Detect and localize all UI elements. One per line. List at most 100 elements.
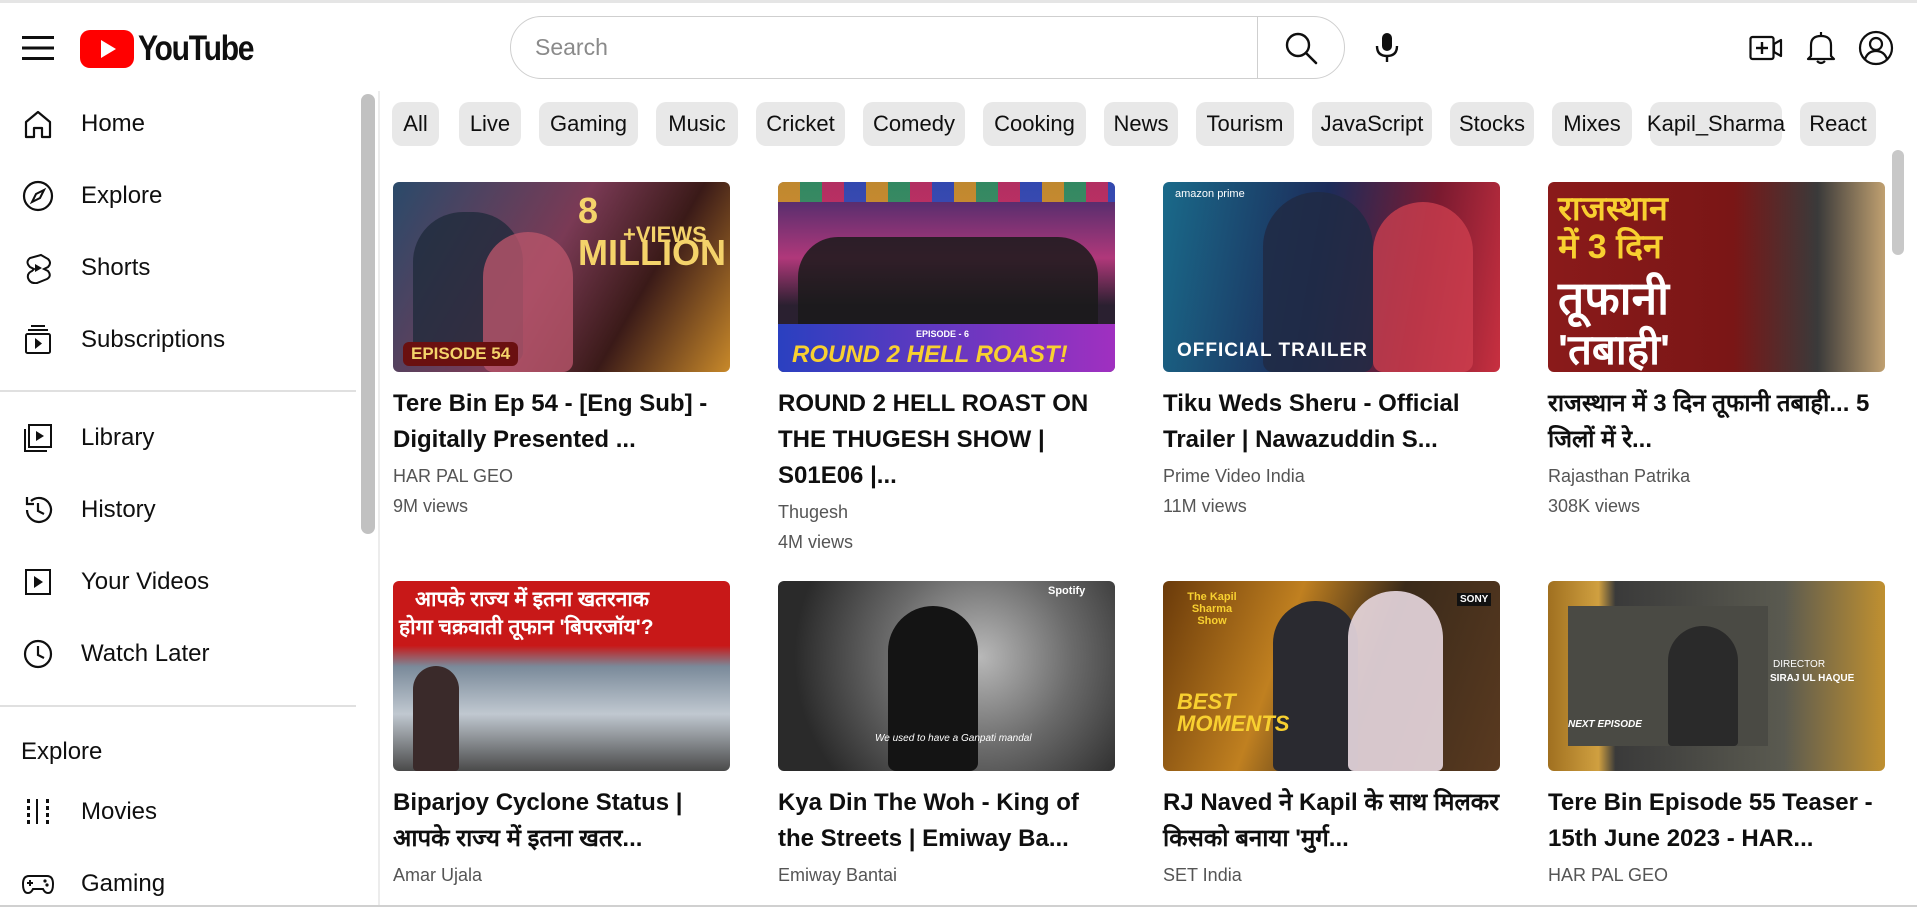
video-title[interactable]: Tiku Weds Sheru - Official Trailer | Naw… xyxy=(1163,386,1500,458)
video-thumbnail[interactable]: The Kapil Sharma Show BEST MOMENTS SONY xyxy=(1163,581,1500,771)
video-card[interactable]: amazon prime OFFICIAL TRAILER Tiku Weds … xyxy=(1163,182,1500,518)
channel-name[interactable]: SET India xyxy=(1163,863,1500,887)
voice-search-button[interactable] xyxy=(1362,23,1412,73)
sidebar-scrollbar-thumb[interactable] xyxy=(361,94,375,534)
compass-icon xyxy=(20,178,56,214)
view-count: 4M views xyxy=(778,532,854,552)
chip-comedy[interactable]: Comedy xyxy=(863,102,965,146)
channel-name[interactable]: HAR PAL GEO xyxy=(1548,863,1885,887)
sidebar-item-watch-later[interactable]: Watch Later xyxy=(0,621,356,687)
video-plus-icon xyxy=(1749,35,1783,61)
sidebar-item-label: Shorts xyxy=(81,254,151,281)
video-card[interactable]: EPISODE - 6 ROUND 2 HELL ROAST! ROUND 2 … xyxy=(778,182,1115,554)
sidebar-item-label: Movies xyxy=(81,798,158,825)
clock-icon xyxy=(20,636,56,672)
account-button[interactable] xyxy=(1853,25,1899,71)
sidebar-item-explore[interactable]: Explore xyxy=(0,163,356,229)
video-title[interactable]: Tere Bin Episode 55 Teaser - 15th June 2… xyxy=(1548,785,1885,857)
video-title[interactable]: Biparjoy Cyclone Status | आपके राज्य में… xyxy=(393,785,730,857)
thumbnail-figure xyxy=(1273,601,1358,771)
sidebar: Home Explore Shorts Subscriptions Librar… xyxy=(0,91,358,907)
chip-stocks[interactable]: Stocks xyxy=(1450,102,1534,146)
sidebar-divider xyxy=(0,390,356,392)
search-button[interactable] xyxy=(1257,16,1345,79)
search-icon xyxy=(1285,32,1318,64)
video-title[interactable]: Tere Bin Ep 54 - [Eng Sub] - Digitally P… xyxy=(393,386,730,458)
create-video-button[interactable] xyxy=(1743,25,1789,71)
video-card[interactable]: The Kapil Sharma Show BEST MOMENTS SONY … xyxy=(1163,581,1500,887)
thumbnail-overlay-text: तूफानी xyxy=(1558,272,1670,324)
chip-cricket[interactable]: Cricket xyxy=(756,102,845,146)
sidebar-item-gaming[interactable]: Gaming xyxy=(0,851,356,907)
hamburger-icon xyxy=(22,36,54,60)
bell-icon xyxy=(1806,32,1836,65)
video-card[interactable]: राजस्थान में 3 दिन तूफानी 'तबाही' राजस्थ… xyxy=(1548,182,1885,518)
video-card[interactable]: 8 MILLION +VIEWS EPISODE 54 Tere Bin Ep … xyxy=(393,182,730,518)
video-thumbnail[interactable]: आपके राज्य में इतना खतरनाक होगा चक्रवाती… xyxy=(393,581,730,771)
video-thumbnail[interactable]: amazon prime OFFICIAL TRAILER xyxy=(1163,182,1500,372)
chip-live[interactable]: Live xyxy=(459,102,521,146)
channel-name[interactable]: Rajasthan Patrika xyxy=(1548,464,1885,488)
sidebar-item-shorts[interactable]: Shorts xyxy=(0,235,356,301)
thumbnail-overlay-text: We used to have a Ganpati mandal xyxy=(875,733,1032,744)
channel-name[interactable]: Thugesh xyxy=(778,500,1115,524)
chip-gaming[interactable]: Gaming xyxy=(539,102,638,146)
sidebar-item-movies[interactable]: Movies xyxy=(0,779,356,845)
video-title[interactable]: राजस्थान में 3 दिन तूफानी तबाही... 5 जिल… xyxy=(1548,386,1885,458)
history-icon xyxy=(20,492,56,528)
thumbnail-overlay-text: ROUND 2 HELL ROAST! xyxy=(792,341,1068,368)
video-title[interactable]: ROUND 2 HELL ROAST ON THE THUGESH SHOW |… xyxy=(778,386,1115,494)
main-scrollbar-thumb[interactable] xyxy=(1892,150,1904,255)
account-avatar-icon xyxy=(1858,30,1894,66)
sidebar-item-label: Gaming xyxy=(81,870,166,897)
chip-music[interactable]: Music xyxy=(656,102,738,146)
channel-name[interactable]: Emiway Bantai xyxy=(778,863,1115,887)
sidebar-item-label: Home xyxy=(81,110,146,137)
filter-chip-bar: All Live Gaming Music Cricket Comedy Coo… xyxy=(392,102,1892,146)
sidebar-item-history[interactable]: History xyxy=(0,477,356,543)
search-input[interactable] xyxy=(511,17,1257,78)
video-title[interactable]: Kya Din The Woh - King of the Streets | … xyxy=(778,785,1115,857)
chip-react[interactable]: React xyxy=(1800,102,1876,146)
chip-kapil-sharma[interactable]: Kapil_Sharma xyxy=(1647,102,1785,146)
sidebar-item-library[interactable]: Library xyxy=(0,405,356,471)
video-thumbnail[interactable]: राजस्थान में 3 दिन तूफानी 'तबाही' xyxy=(1548,182,1885,372)
view-count: 9M views xyxy=(393,496,469,516)
microphone-icon xyxy=(1375,33,1399,62)
thumbnail-overlay-text: DIRECTOR xyxy=(1773,659,1826,670)
sidebar-item-your-videos[interactable]: Your Videos xyxy=(0,549,356,615)
chip-cooking[interactable]: Cooking xyxy=(983,102,1086,146)
thumbnail-overlay-text: आपके राज्य में इतना खतरनाक xyxy=(415,588,649,611)
youtube-logo[interactable]: YouTube xyxy=(80,29,272,69)
video-thumbnail[interactable]: 8 MILLION +VIEWS EPISODE 54 xyxy=(393,182,730,372)
thumbnail-overlay-text: NEXT EPISODE xyxy=(1568,719,1642,730)
channel-name[interactable]: Prime Video India xyxy=(1163,464,1500,488)
thumbnail-overlay-text: EPISODE - 6 xyxy=(916,329,970,339)
thumbnail-figure xyxy=(1348,591,1443,771)
video-title[interactable]: RJ Naved ने Kapil के साथ मिलकर किसको बना… xyxy=(1163,785,1500,857)
view-count: 308K views xyxy=(1548,496,1641,516)
chip-tourism[interactable]: Tourism xyxy=(1196,102,1294,146)
video-thumbnail[interactable]: EPISODE - 6 ROUND 2 HELL ROAST! xyxy=(778,182,1115,372)
video-card[interactable]: Spotify We used to have a Ganpati mandal… xyxy=(778,581,1115,887)
channel-name[interactable]: Amar Ujala xyxy=(393,863,730,887)
sidebar-divider xyxy=(0,705,356,707)
channel-name[interactable]: HAR PAL GEO xyxy=(393,464,730,488)
video-card[interactable]: DIRECTOR SIRAJ UL HAQUE NEXT EPISODE Ter… xyxy=(1548,581,1885,887)
chip-javascript[interactable]: JavaScript xyxy=(1312,102,1432,146)
thumbnail-overlay-text: होगा चक्रवाती तूफान 'बिपरजॉय'? xyxy=(399,616,654,639)
thumbnail-overlay-text: SIRAJ UL HAQUE xyxy=(1770,673,1855,684)
hamburger-menu-button[interactable] xyxy=(14,27,62,69)
sidebar-item-label: Watch Later xyxy=(81,640,210,667)
subscriptions-icon xyxy=(20,322,56,358)
notifications-button[interactable] xyxy=(1798,25,1844,71)
chip-all[interactable]: All xyxy=(392,102,439,146)
sidebar-item-home[interactable]: Home xyxy=(0,91,356,157)
video-thumbnail[interactable]: Spotify We used to have a Ganpati mandal xyxy=(778,581,1115,771)
video-thumbnail[interactable]: DIRECTOR SIRAJ UL HAQUE NEXT EPISODE xyxy=(1548,581,1885,771)
chip-news[interactable]: News xyxy=(1104,102,1178,146)
video-card[interactable]: आपके राज्य में इतना खतरनाक होगा चक्रवाती… xyxy=(393,581,730,887)
sidebar-item-label: Library xyxy=(81,424,155,451)
sidebar-item-subscriptions[interactable]: Subscriptions xyxy=(0,307,356,373)
chip-mixes[interactable]: Mixes xyxy=(1552,102,1632,146)
